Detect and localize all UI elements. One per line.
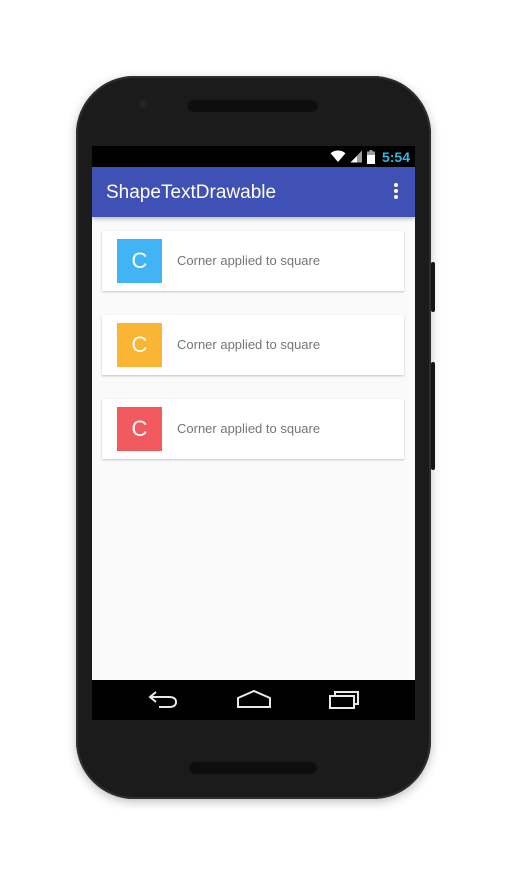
navigation-bar bbox=[92, 680, 415, 720]
letter-avatar: C bbox=[117, 239, 162, 283]
app-bar: ShapeTextDrawable bbox=[92, 167, 415, 217]
back-icon[interactable] bbox=[147, 688, 179, 710]
list-item-label: Corner applied to square bbox=[177, 421, 321, 436]
wifi-icon bbox=[330, 150, 346, 162]
front-camera bbox=[138, 99, 148, 109]
list-item[interactable]: C Corner applied to square bbox=[102, 231, 404, 291]
list-item-label: Corner applied to square bbox=[177, 337, 321, 352]
cell-signal-icon bbox=[350, 150, 362, 163]
power-button bbox=[431, 262, 435, 312]
screen: 5:54 ShapeTextDrawable C Corner applied … bbox=[92, 146, 415, 720]
list-item[interactable]: C Corner applied to square bbox=[102, 399, 404, 459]
top-speaker bbox=[187, 99, 318, 112]
list-item-label: Corner applied to square bbox=[177, 253, 321, 268]
letter-avatar: C bbox=[117, 323, 162, 367]
volume-button bbox=[431, 362, 435, 470]
battery-icon bbox=[366, 149, 375, 164]
overflow-menu-icon[interactable] bbox=[387, 181, 405, 203]
status-bar: 5:54 bbox=[92, 146, 415, 167]
letter-avatar: C bbox=[117, 407, 162, 451]
home-icon[interactable] bbox=[236, 688, 272, 710]
app-title: ShapeTextDrawable bbox=[106, 182, 277, 203]
list-item[interactable]: C Corner applied to square bbox=[102, 315, 404, 375]
bottom-speaker bbox=[189, 761, 317, 774]
status-time: 5:54 bbox=[381, 148, 410, 165]
recents-icon[interactable] bbox=[328, 688, 360, 710]
